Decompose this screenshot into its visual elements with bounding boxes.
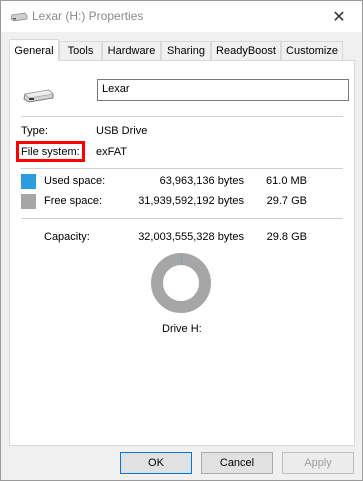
tab-strip: General Tools Hardware Sharing ReadyBoos… bbox=[9, 39, 355, 61]
used-space-label: Used space: bbox=[44, 175, 106, 187]
drive-icon bbox=[10, 10, 28, 23]
used-space-bytes: 63,963,136 bytes bbox=[159, 175, 244, 187]
window-title: Lexar (H:) Properties bbox=[32, 9, 144, 23]
free-space-size: 29.7 GB bbox=[266, 195, 307, 207]
file-system-label: File system: bbox=[21, 146, 80, 158]
used-space-swatch bbox=[21, 174, 36, 189]
type-value: USB Drive bbox=[96, 125, 148, 137]
free-space-label: Free space: bbox=[44, 195, 103, 207]
capacity-bytes: 32,003,555,328 bytes bbox=[138, 231, 244, 243]
free-space-swatch bbox=[21, 194, 36, 209]
usb-drive-icon bbox=[23, 87, 55, 103]
free-space-bytes: 31,939,592,192 bytes bbox=[138, 195, 244, 207]
general-tab-panel: Lexar Type: USB Drive File system: exFAT… bbox=[9, 60, 355, 446]
volume-name-input[interactable]: Lexar bbox=[97, 79, 349, 101]
properties-dialog: Lexar (H:) Properties ✕ General Tools Ha… bbox=[0, 0, 363, 481]
tab-sharing[interactable]: Sharing bbox=[161, 41, 211, 60]
drive-label: Drive H: bbox=[162, 323, 202, 335]
tab-tools[interactable]: Tools bbox=[59, 41, 102, 60]
tab-hardware[interactable]: Hardware bbox=[102, 41, 161, 60]
file-system-value: exFAT bbox=[96, 146, 127, 158]
apply-button[interactable]: Apply bbox=[282, 452, 354, 474]
usage-donut-chart bbox=[149, 251, 213, 315]
used-space-size: 61.0 MB bbox=[266, 175, 307, 187]
tab-readyboost[interactable]: ReadyBoost bbox=[211, 41, 281, 60]
tab-general[interactable]: General bbox=[9, 39, 59, 61]
separator bbox=[21, 168, 343, 169]
capacity-size: 29.8 GB bbox=[266, 231, 307, 243]
free-space-ring bbox=[151, 253, 211, 313]
separator bbox=[21, 116, 343, 117]
separator bbox=[21, 218, 343, 219]
close-button[interactable]: ✕ bbox=[316, 1, 362, 32]
ok-button[interactable]: OK bbox=[120, 452, 192, 474]
tab-customize[interactable]: Customize bbox=[281, 41, 343, 60]
capacity-label: Capacity: bbox=[44, 231, 90, 243]
cancel-button[interactable]: Cancel bbox=[201, 452, 273, 474]
close-icon: ✕ bbox=[332, 8, 346, 26]
title-bar: Lexar (H:) Properties ✕ bbox=[1, 1, 362, 32]
type-label: Type: bbox=[21, 125, 48, 137]
